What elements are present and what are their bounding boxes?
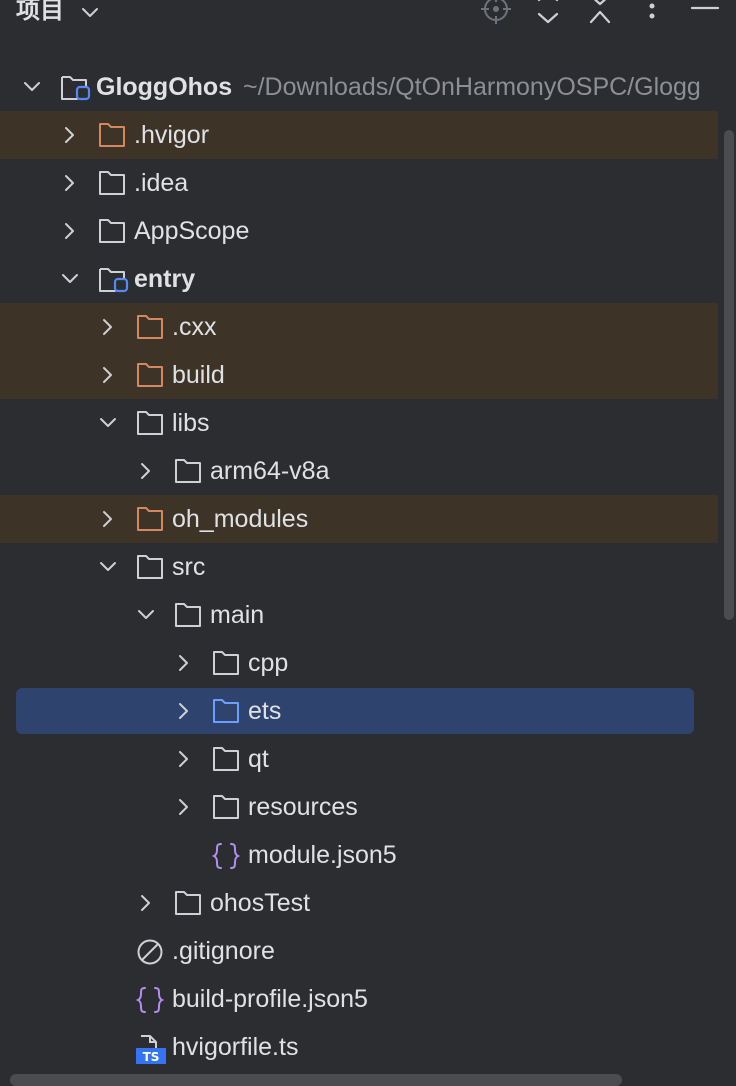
tree-row-main[interactable]: main [0, 591, 718, 639]
folder-icon [98, 170, 126, 196]
chevron-right-icon[interactable] [136, 893, 156, 913]
tree-row-ets[interactable]: ets [0, 687, 718, 735]
tree-row-ohostest[interactable]: ohosTest [0, 879, 718, 927]
typescript-file-icon: TS [136, 1034, 166, 1064]
tree-row-appscope[interactable]: AppScope [0, 207, 718, 255]
tree-row-src[interactable]: src [0, 543, 718, 591]
tree-row-hvigorfile[interactable]: TS hvigorfile.ts [0, 1023, 718, 1071]
chevron-down-icon[interactable] [136, 605, 156, 625]
tree-row-oh-modules[interactable]: oh_modules [0, 495, 718, 543]
folder-excluded-icon [98, 122, 126, 148]
chevron-down-icon[interactable] [22, 77, 42, 97]
tree-label: module.json5 [248, 841, 397, 869]
chevron-right-icon[interactable] [60, 125, 80, 145]
tree-row-build[interactable]: build [0, 351, 718, 399]
tree-row-idea[interactable]: .idea [0, 159, 718, 207]
chevron-down-icon[interactable] [60, 269, 80, 289]
project-root-path: ~/Downloads/QtOnHarmonyOSPC/Glogg [243, 73, 701, 101]
tree-label: .hvigor [134, 121, 210, 149]
vertical-scrollbar[interactable] [724, 130, 734, 620]
tree-label: ets [248, 697, 282, 725]
chevron-right-icon[interactable] [174, 653, 194, 673]
chevron-right-icon[interactable] [136, 461, 156, 481]
folder-excluded-icon [136, 506, 164, 532]
folder-icon [98, 218, 126, 244]
tree-row-entry[interactable]: entry [0, 255, 718, 303]
folder-icon [174, 890, 202, 916]
tree-label: entry [134, 265, 196, 293]
folder-excluded-icon [136, 362, 164, 388]
module-folder-icon [98, 266, 129, 293]
tree-label: AppScope [134, 217, 250, 245]
tree-label: .cxx [172, 313, 217, 341]
project-root-name: GloggOhos [96, 73, 233, 101]
chevron-right-icon[interactable] [174, 749, 194, 769]
expand-all-icon[interactable] [533, 0, 563, 24]
tree-label: libs [172, 409, 210, 437]
minimize-icon[interactable] [690, 0, 720, 24]
tree-row-root[interactable]: GloggOhos ~/Downloads/QtOnHarmonyOSPC/Gl… [0, 63, 718, 111]
horizontal-scrollbar[interactable] [10, 1074, 622, 1086]
tree-label: main [210, 601, 265, 629]
project-panel-header: 项目 [0, 0, 736, 30]
tree-row-resources[interactable]: resources [0, 783, 718, 831]
chevron-right-icon[interactable] [174, 797, 194, 817]
tree-row-cxx[interactable]: .cxx [0, 303, 718, 351]
chevron-right-icon[interactable] [98, 317, 118, 337]
tree-label: hvigorfile.ts [172, 1033, 299, 1061]
tree-label: arm64-v8a [210, 457, 330, 485]
tree-row-cpp[interactable]: cpp [0, 639, 718, 687]
chevron-right-icon[interactable] [98, 365, 118, 385]
json-braces-icon [211, 842, 241, 869]
chevron-right-icon[interactable] [174, 701, 194, 721]
tree-label: cpp [248, 649, 289, 677]
tree-label: qt [248, 745, 269, 773]
svg-text:TS: TS [143, 1050, 160, 1064]
chevron-right-icon[interactable] [98, 509, 118, 529]
tree-label: build-profile.json5 [172, 985, 368, 1013]
folder-icon [212, 650, 240, 676]
panel-title[interactable]: 项目 [16, 0, 64, 30]
chevron-down-icon[interactable] [80, 2, 100, 27]
tree-label: build [172, 361, 225, 389]
chevron-down-icon[interactable] [98, 557, 118, 577]
tree-label: .idea [134, 169, 189, 197]
folder-icon [174, 602, 202, 628]
tree-label: oh_modules [172, 505, 309, 533]
chevron-right-icon[interactable] [60, 221, 80, 241]
tree-row-build-profile[interactable]: build-profile.json5 [0, 975, 718, 1023]
json-braces-icon [135, 986, 165, 1013]
tree-label: src [172, 553, 206, 581]
more-icon[interactable] [637, 0, 667, 24]
tree-row-arm64[interactable]: arm64-v8a [0, 447, 718, 495]
module-folder-icon [60, 74, 91, 101]
collapse-all-icon[interactable] [585, 0, 615, 24]
tree-label: resources [248, 793, 358, 821]
tree-row-hvigor[interactable]: .hvigor [0, 111, 718, 159]
tree-label: .gitignore [172, 937, 275, 965]
locate-icon[interactable] [481, 0, 511, 24]
tree-row-qt[interactable]: qt [0, 735, 718, 783]
folder-icon [212, 698, 240, 724]
chevron-down-icon[interactable] [98, 413, 118, 433]
tree-row-module-json5[interactable]: module.json5 [0, 831, 718, 879]
folder-icon [212, 794, 240, 820]
folder-icon [174, 458, 202, 484]
tree-row-gitignore[interactable]: .gitignore [0, 927, 718, 975]
ignore-file-icon [136, 938, 164, 965]
tree-row-libs[interactable]: libs [0, 399, 718, 447]
chevron-right-icon[interactable] [60, 173, 80, 193]
folder-icon [136, 410, 164, 436]
tree-label: ohosTest [210, 889, 311, 917]
folder-icon [212, 746, 240, 772]
folder-excluded-icon [136, 314, 164, 340]
folder-icon [136, 554, 164, 580]
